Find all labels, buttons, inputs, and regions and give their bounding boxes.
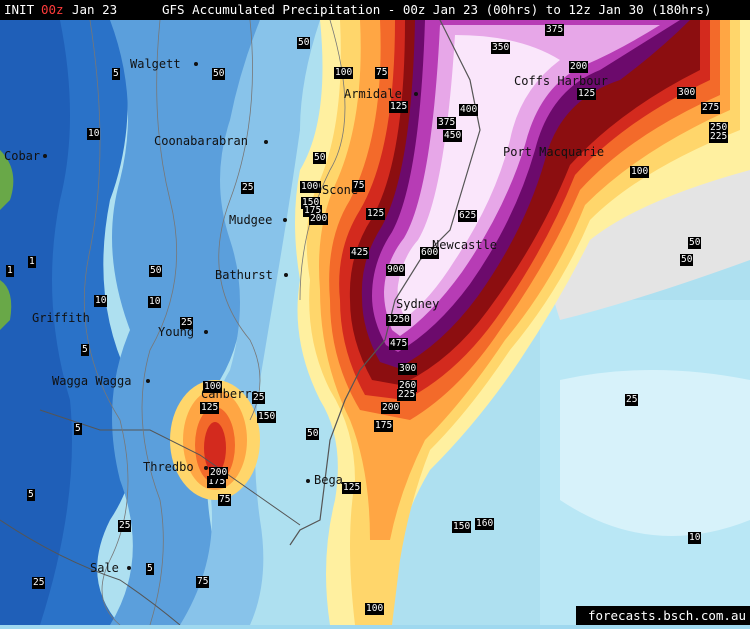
city-label-port-macquarie: Port Macquarie [503, 145, 605, 159]
city-marker [204, 330, 208, 334]
precip-value: 225 [709, 131, 729, 143]
precip-value: 125 [200, 402, 220, 414]
precip-value: 300 [398, 363, 418, 375]
precip-value: 475 [389, 338, 409, 350]
city-label-sydney: Sydney [396, 297, 440, 311]
precip-value: 300 [677, 87, 697, 99]
city-label-walgett: Walgett [130, 57, 181, 71]
city-label-newcastle: Newcastle [432, 238, 498, 252]
precip-value: 75 [196, 576, 210, 588]
city-label-coffs-harbour: Coffs Harbour [514, 74, 608, 88]
precip-value: 75 [352, 180, 366, 192]
city-marker [127, 566, 131, 570]
precip-value: 1 [6, 265, 14, 277]
city-label-griffith: Griffith [32, 311, 90, 325]
precip-value: 50 [306, 428, 320, 440]
precip-value: 125 [389, 101, 409, 113]
precip-value: 100 [203, 381, 223, 393]
precip-value: 100 [334, 67, 354, 79]
source-credit: forecasts.bsch.com.au [576, 606, 750, 625]
precip-value: 50 [313, 152, 327, 164]
city-label-coonabarabran: Coonabarabran [154, 134, 248, 148]
init-run: 00z [41, 2, 64, 17]
city-marker [306, 479, 310, 483]
map-title: GFS Accumulated Precipitation - 00z Jan … [162, 2, 712, 17]
precip-value: 200 [381, 402, 401, 414]
precip-value: 100 [365, 603, 385, 615]
precip-value: 150 [452, 521, 472, 533]
precip-value: 25 [180, 317, 194, 329]
precip-value: 50 [680, 254, 694, 266]
city-marker [264, 140, 268, 144]
precipitation-map: INIT 00z Jan 23 GFS Accumulated Precipit… [0, 0, 750, 626]
precip-value: 5 [112, 68, 120, 80]
precip-value: 50 [149, 265, 163, 277]
precip-value: 25 [241, 182, 255, 194]
precip-value: 200 [309, 213, 329, 225]
precip-value: 125 [577, 88, 597, 100]
precip-value: 425 [350, 247, 370, 259]
precip-value: 350 [491, 42, 511, 54]
city-label-bega: Bega [314, 473, 343, 487]
precip-value: 50 [297, 37, 311, 49]
precip-value: 5 [74, 423, 82, 435]
city-marker [194, 62, 198, 66]
city-marker [204, 466, 208, 470]
precip-value: 10 [688, 532, 702, 544]
city-marker [43, 154, 47, 158]
precip-value: 25 [625, 394, 639, 406]
city-marker [414, 92, 418, 96]
city-marker [284, 273, 288, 277]
precip-value: 5 [146, 563, 154, 575]
precip-value: 5 [81, 344, 89, 356]
precip-value: 625 [458, 210, 478, 222]
precip-value: 100 [630, 166, 650, 178]
precip-value: 160 [475, 518, 495, 530]
precip-value: 50 [212, 68, 226, 80]
precip-value: 225 [397, 389, 417, 401]
city-marker [146, 379, 150, 383]
precip-value: 50 [688, 237, 702, 249]
precip-value: 25 [32, 577, 46, 589]
precip-value: 25 [252, 392, 266, 404]
precip-value: 10 [148, 296, 162, 308]
precip-value: 75 [375, 67, 389, 79]
city-label-bathurst: Bathurst [215, 268, 273, 282]
init-date: Jan 23 [72, 2, 118, 17]
map-header: INIT 00z Jan 23 GFS Accumulated Precipit… [0, 0, 750, 20]
precip-value: 375 [545, 24, 565, 36]
precip-value: 10 [87, 128, 101, 140]
precip-value: 450 [443, 130, 463, 142]
city-label-armidale: Armidale [344, 87, 402, 101]
precip-value: 200 [569, 61, 589, 73]
precip-value: 125 [366, 208, 386, 220]
city-marker [283, 218, 287, 222]
city-label-cobar: Cobar [4, 149, 41, 163]
precip-value: 400 [459, 104, 479, 116]
precip-value: 25 [118, 520, 132, 532]
city-label-thredbo: Thredbo [143, 460, 194, 474]
precip-value: 125 [342, 482, 362, 494]
precip-value: 1 [28, 256, 36, 268]
precip-value: 175 [374, 420, 394, 432]
init-label: INIT [4, 2, 35, 17]
precip-value: 1250 [386, 314, 411, 326]
precip-value: 200 [209, 467, 229, 479]
precip-value: 275 [701, 102, 721, 114]
city-label-wagga-wagga: Wagga Wagga [52, 374, 132, 388]
city-label-sale: Sale [90, 561, 119, 575]
precip-value: 75 [218, 494, 232, 506]
precip-value: 10 [94, 295, 108, 307]
precip-value: 600 [420, 247, 440, 259]
precip-value: 900 [386, 264, 406, 276]
precip-value: 100 [300, 181, 320, 193]
precip-value: 5 [27, 489, 35, 501]
precip-value: 375 [437, 117, 457, 129]
city-label-mudgee: Mudgee [229, 213, 273, 227]
precip-value: 150 [257, 411, 277, 423]
